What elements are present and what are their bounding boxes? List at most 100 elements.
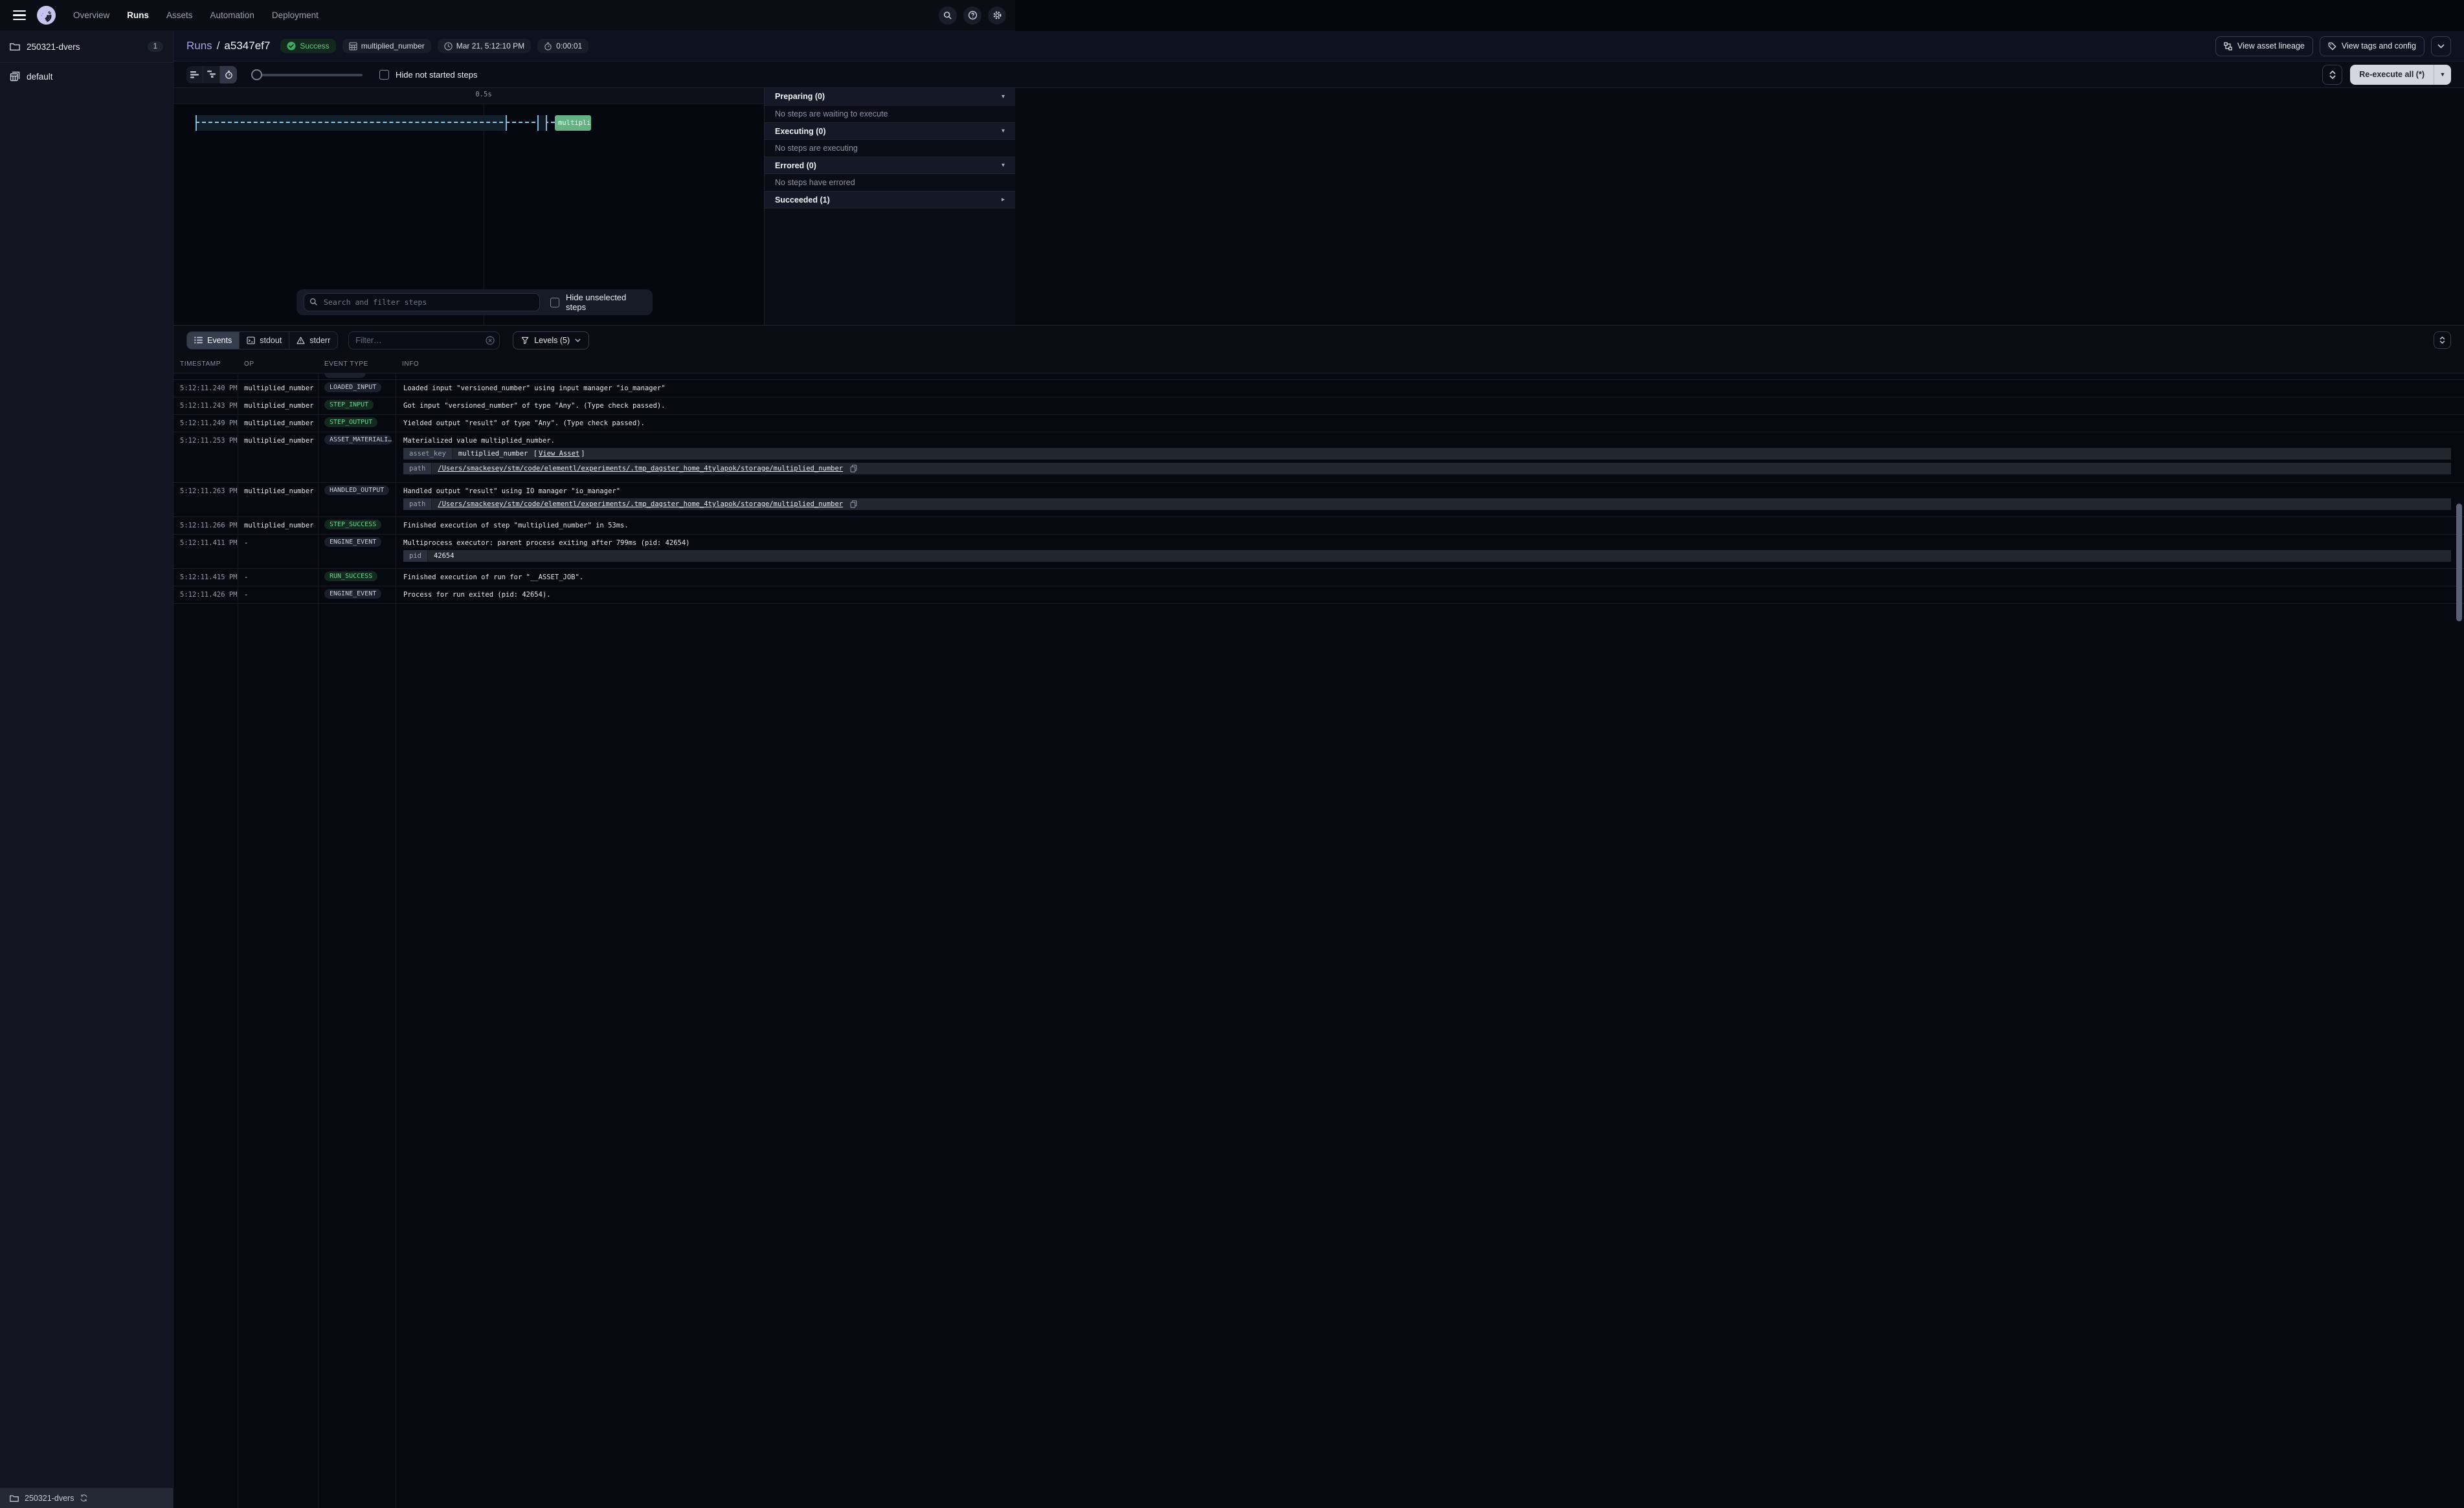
table-row[interactable]: 5:12:11.263 PMmultiplied_numberHANDLED_O…	[174, 482, 2464, 516]
hide-unselected-checkbox[interactable]: Hide unselected steps	[550, 293, 645, 312]
tab-stdout[interactable]: stdout	[240, 332, 289, 349]
timed-view-icon[interactable]	[220, 66, 237, 83]
event-type-cell: ENGINE_EVENT	[318, 586, 396, 601]
event-type-badge: LOADED_INPUT	[324, 383, 381, 392]
table-empty-space	[174, 603, 2464, 629]
nav-overview[interactable]: Overview	[73, 10, 109, 20]
event-type-badge: STEP_SUCCESS	[324, 520, 381, 529]
sidebar-group-label: 250321-dvers	[27, 42, 80, 52]
event-op: multiplied_number	[238, 397, 318, 410]
table-row[interactable]: 5:12:11.411 PM-ENGINE_EVENTMultiprocess …	[174, 534, 2464, 568]
table-row[interactable]: 5:12:11.426 PM-ENGINE_EVENT Process for r…	[174, 586, 2464, 603]
event-op: multiplied_number	[238, 432, 318, 445]
path-link[interactable]: /Users/smackesey/stm/code/elementl/exper…	[438, 465, 843, 472]
event-metadata-entry: asset_keymultiplied_number [View Asset]	[403, 448, 2451, 460]
step-marker	[537, 115, 547, 131]
metadata-value: 42654	[428, 550, 2451, 562]
waterfall-view-icon[interactable]	[203, 66, 220, 83]
search-icon[interactable]	[939, 6, 957, 25]
table-row[interactable]: 5:12:11.266 PMmultiplied_numberSTEP_SUCC…	[174, 516, 2464, 534]
event-info: Process for run exited (pid: 42654).	[396, 586, 2464, 599]
table-row[interactable]: 5:12:11.415 PM-RUN_SUCCESSFinished execu…	[174, 568, 2464, 586]
table-row[interactable]: 5:12:11.253 PMmultiplied_numberASSET_MAT…	[174, 432, 2464, 482]
nav-deployment[interactable]: Deployment	[272, 10, 319, 20]
event-timestamp: 5:12:11.240 PM	[174, 380, 238, 392]
levels-filter-button[interactable]: Levels (5)	[513, 331, 589, 349]
event-timestamp: 5:12:11.415 PM	[174, 569, 238, 581]
checkbox-icon[interactable]	[550, 298, 560, 307]
view-asset-link[interactable]: View Asset	[539, 450, 579, 458]
nav-runs[interactable]: Runs	[127, 10, 149, 20]
view-tags-config-button[interactable]: View tags and config	[2320, 36, 2425, 56]
nav-automation[interactable]: Automation	[210, 10, 254, 20]
dagster-logo-icon[interactable]	[36, 5, 56, 25]
table-row[interactable]: 5:12:11.249 PMmultiplied_numberSTEP_OUTP…	[174, 414, 2464, 432]
timer-icon	[544, 42, 552, 50]
search-icon	[309, 298, 318, 306]
event-type-cell: STEP_OUTPUT	[318, 415, 396, 429]
run-header-more-button[interactable]	[2431, 36, 2451, 56]
event-timestamp: 5:12:11.411 PM	[174, 535, 238, 547]
log-filter-input[interactable]	[348, 331, 500, 349]
breadcrumb-runs-link[interactable]: Runs	[186, 39, 212, 52]
tab-events[interactable]: Events	[187, 332, 240, 349]
menu-icon[interactable]	[9, 5, 31, 27]
step-section-header[interactable]: Preparing (0)▾	[765, 88, 1015, 105]
table-row[interactable]: 5:12:11.240 PMmultiplied_numberLOADED_IN…	[174, 379, 2464, 397]
sidebar-item-default[interactable]: default	[0, 63, 173, 90]
duration-tag: 0:00:01	[537, 39, 588, 53]
reexecute-dropdown-icon[interactable]: ▼	[2434, 65, 2451, 85]
scrollbar-thumb[interactable]	[2456, 504, 2462, 621]
sidebar-item-group[interactable]: 250321-dvers 1	[0, 31, 173, 63]
col-timestamp: TIMESTAMP	[174, 360, 238, 368]
checkbox-icon[interactable]	[379, 70, 389, 80]
run-header: Runs / a5347ef7 Success multiplied_numbe…	[174, 31, 2464, 61]
gear-icon[interactable]	[988, 6, 1006, 25]
reload-icon[interactable]	[80, 1494, 88, 1502]
axis-tick-label: 0.5s	[475, 91, 491, 98]
step-section-header[interactable]: Errored (0) ▾	[765, 157, 1015, 174]
event-op: -	[238, 535, 318, 547]
table-row[interactable]: 5:12:11.243 PMmultiplied_numberSTEP_INPU…	[174, 397, 2464, 414]
view-asset-lineage-button[interactable]: View asset lineage	[2215, 36, 2313, 56]
step-section-header[interactable]: Succeeded (1)▸	[765, 191, 1015, 208]
collapse-icon[interactable]: ▾	[1002, 93, 1005, 100]
reexecute-all-button[interactable]: Re-execute all (*) ▼	[2350, 65, 2451, 85]
sidebar-footer-label: 250321-dvers	[25, 1494, 74, 1503]
lineage-icon	[2224, 42, 2232, 50]
hide-not-started-checkbox[interactable]: Hide not started steps	[379, 70, 477, 80]
collapse-icon[interactable]: ▾	[1002, 128, 1005, 135]
nav-assets[interactable]: Assets	[166, 10, 193, 20]
zoom-slider-knob[interactable]	[251, 69, 262, 80]
event-message: Finished execution of step "multiplied_n…	[403, 522, 2451, 529]
event-type-cell: HANDLED_OUTPUT	[318, 483, 396, 497]
step-section-title: Errored (0)	[775, 161, 816, 170]
left-sidebar: 250321-dvers 1 default 250321-dvers	[0, 31, 174, 1508]
collapse-icon[interactable]: ▾	[1002, 162, 1005, 169]
event-type-badge: ENGINE_EVENT	[324, 589, 381, 599]
asset-tag[interactable]: multiplied_number	[342, 39, 431, 53]
event-op: multiplied_number	[238, 415, 318, 427]
step-search-input[interactable]	[304, 293, 540, 311]
flat-view-icon[interactable]	[186, 66, 203, 83]
path-link[interactable]: /Users/smackesey/stm/code/elementl/exper…	[438, 500, 843, 508]
main-content: Runs / a5347ef7 Success multiplied_numbe…	[174, 31, 2464, 1508]
start-time-tag: Mar 21, 5:12:10 PM	[438, 39, 531, 53]
expand-logs-button[interactable]	[2434, 331, 2451, 349]
col-info: INFO	[396, 360, 2464, 368]
expand-icon[interactable]: ▸	[1002, 196, 1005, 203]
tab-stderr[interactable]: stderr	[289, 332, 337, 349]
gantt-view-mode-switcher	[186, 66, 237, 83]
clear-filter-icon[interactable]	[486, 336, 495, 345]
copy-icon[interactable]	[850, 465, 857, 472]
event-timestamp: 5:12:11.249 PM	[174, 415, 238, 427]
gantt-step-bar[interactable]: multipli…	[555, 115, 591, 131]
help-icon[interactable]	[963, 6, 981, 25]
zoom-slider[interactable]	[251, 69, 363, 80]
step-section-header[interactable]: Executing (0)▾	[765, 122, 1015, 140]
copy-icon[interactable]	[850, 500, 857, 508]
event-timestamp: 5:12:11.426 PM	[174, 586, 238, 599]
sidebar-footer[interactable]: 250321-dvers	[0, 1488, 173, 1508]
event-op: -	[238, 586, 318, 599]
expand-collapse-button[interactable]	[2322, 65, 2342, 85]
